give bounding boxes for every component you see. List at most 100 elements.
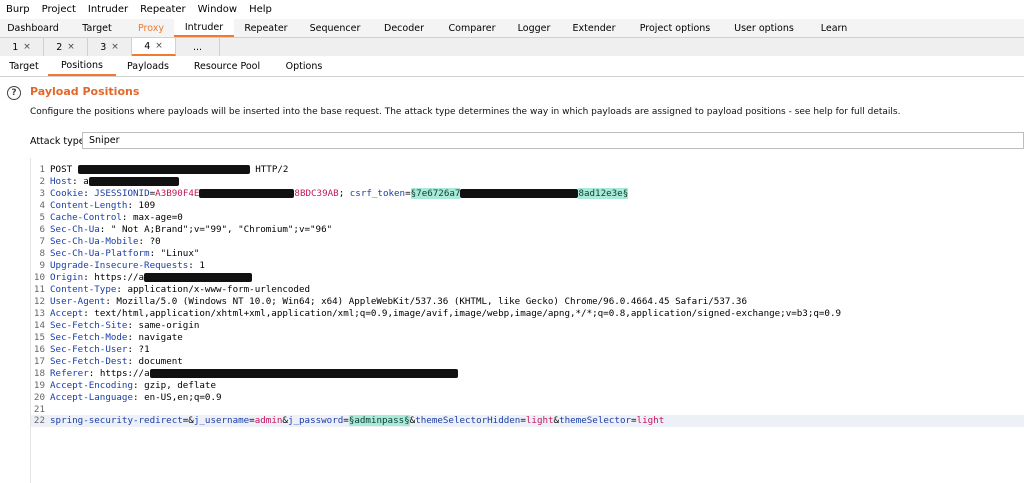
- header-line: 19 Accept-Encoding: gzip, deflate: [31, 380, 216, 392]
- tab-intruder-target[interactable]: Target: [0, 56, 48, 76]
- redacted-block: [149, 369, 458, 378]
- header-name: Sec-Fetch-Dest: [50, 356, 128, 367]
- header-name: Sec-Fetch-User: [50, 344, 128, 355]
- tab-repeater[interactable]: Repeater: [234, 19, 298, 37]
- new-tab-button[interactable]: ...: [176, 38, 220, 56]
- tab-decoder[interactable]: Decoder: [372, 19, 436, 37]
- header-line: 14 Sec-Fetch-Site: same-origin: [31, 320, 199, 332]
- menu-repeater[interactable]: Repeater: [140, 4, 185, 15]
- request-editor[interactable]: 1 POST HTTP/2 2 Host: a 3 Cookie: JSESSIONI…: [30, 158, 1024, 483]
- line-number: 5: [39, 212, 45, 223]
- header-value: 109: [138, 200, 156, 211]
- tab-learn[interactable]: Learn: [806, 19, 862, 37]
- header-value: application/x-www-form-urlencoded: [127, 284, 311, 295]
- param-name: j_password: [287, 415, 344, 426]
- tab-comparer[interactable]: Comparer: [436, 19, 508, 37]
- line-number: 17: [33, 356, 45, 367]
- menu-intruder[interactable]: Intruder: [88, 4, 128, 15]
- http-method: POST: [50, 164, 78, 175]
- header-name: Sec-Ch-Ua-Platform: [50, 248, 150, 259]
- header-line: 16 Sec-Fetch-User: ?1: [31, 344, 150, 356]
- cookie-name: csrf_token: [349, 188, 406, 199]
- menu-burp[interactable]: Burp: [6, 4, 30, 15]
- header-value: https://a: [94, 272, 145, 283]
- request-line: 1 POST HTTP/2: [31, 164, 288, 176]
- attack-tab-4[interactable]: 4 ×: [132, 38, 176, 56]
- close-icon[interactable]: ×: [23, 42, 31, 52]
- line-number: 7: [39, 236, 45, 247]
- tab-project-options[interactable]: Project options: [628, 19, 722, 37]
- header-line: 13 Accept: text/html,application/xhtml+xm…: [31, 308, 841, 320]
- redacted-block: [460, 189, 579, 198]
- tab-positions[interactable]: Positions: [48, 56, 116, 76]
- header-value: gzip, deflate: [144, 380, 216, 391]
- attack-tab-bar: 1 × 2 × 3 × 4 × ...: [0, 38, 1024, 57]
- redacted-block: [77, 165, 250, 174]
- tab-dashboard[interactable]: Dashboard: [0, 19, 66, 37]
- menu-bar: Burp Project Intruder Repeater Window He…: [0, 0, 1024, 20]
- tab-resource-pool[interactable]: Resource Pool: [180, 56, 274, 76]
- header-line: 3 Cookie: JSESSIONID=A3B90F4E 8BDC39AB; cs…: [31, 188, 629, 200]
- close-icon[interactable]: ×: [111, 42, 119, 52]
- header-name: Accept-Encoding: [50, 380, 133, 391]
- line-number: 8: [39, 248, 45, 259]
- menu-help[interactable]: Help: [249, 4, 272, 15]
- tab-options[interactable]: Options: [274, 56, 334, 76]
- header-value: 1: [199, 260, 205, 271]
- attack-tab-label: 3: [100, 41, 107, 53]
- redacted-block: [144, 273, 253, 282]
- tab-user-options[interactable]: User options: [722, 19, 806, 37]
- header-value: "Linux": [160, 248, 200, 259]
- header-name: Cache-Control: [50, 212, 122, 223]
- tab-sequencer[interactable]: Sequencer: [298, 19, 372, 37]
- param-name: spring-security-redirect: [50, 415, 183, 426]
- tab-logger[interactable]: Logger: [508, 19, 560, 37]
- header-value: ?0: [149, 236, 161, 247]
- header-line: 2 Host: a: [31, 176, 179, 188]
- line-number: 15: [33, 332, 45, 343]
- header-name: Origin: [50, 272, 84, 283]
- help-icon[interactable]: ?: [7, 86, 21, 100]
- attack-type-select[interactable]: Sniper: [82, 132, 1024, 149]
- attack-tab-2[interactable]: 2 ×: [44, 38, 88, 56]
- header-name: Content-Length: [50, 200, 128, 211]
- header-line: 20 Accept-Language: en-US,en;q=0.9: [31, 392, 222, 404]
- tab-target[interactable]: Target: [66, 19, 128, 37]
- body-line: 22 spring-security-redirect=&j_username=a…: [31, 415, 1024, 427]
- param-name: themeSelectorHidden: [415, 415, 521, 426]
- line-number: 9: [39, 260, 45, 271]
- tab-payloads[interactable]: Payloads: [116, 56, 180, 76]
- menu-window[interactable]: Window: [198, 4, 237, 15]
- line-number: 12: [33, 296, 45, 307]
- line-number: 2: [39, 176, 45, 187]
- line-number: 19: [33, 380, 45, 391]
- intruder-tab-bar: Target Positions Payloads Resource Pool …: [0, 56, 1024, 77]
- header-line: 10 Origin: https://a: [31, 272, 253, 284]
- http-version: HTTP/2: [255, 164, 289, 175]
- tab-proxy[interactable]: Proxy: [128, 19, 174, 37]
- header-value: navigate: [138, 332, 183, 343]
- line-number: 16: [33, 344, 45, 355]
- attack-tab-3[interactable]: 3 ×: [88, 38, 132, 56]
- payload-marker-end: 8ad12e3e§: [578, 188, 629, 199]
- tab-intruder[interactable]: Intruder: [174, 19, 234, 37]
- header-value: " Not A;Brand";v="99", "Chromium";v="96": [110, 224, 333, 235]
- header-line: 17 Sec-Fetch-Dest: document: [31, 356, 183, 368]
- header-value: ?1: [138, 344, 150, 355]
- tab-extender[interactable]: Extender: [560, 19, 628, 37]
- menu-project[interactable]: Project: [42, 4, 76, 15]
- close-icon[interactable]: ×: [155, 41, 163, 51]
- header-line: 9 Upgrade-Insecure-Requests: 1: [31, 260, 205, 272]
- section-description: Configure the positions where payloads w…: [30, 107, 901, 117]
- close-icon[interactable]: ×: [67, 42, 75, 52]
- line-number: 6: [39, 224, 45, 235]
- header-name: User-Agent: [50, 296, 106, 307]
- line-number: 3: [39, 188, 45, 199]
- header-name: Sec-Fetch-Mode: [50, 332, 128, 343]
- header-name: Sec-Ch-Ua-Mobile: [50, 236, 139, 247]
- header-name: Accept: [50, 308, 84, 319]
- line-number: 1: [39, 164, 45, 175]
- attack-tab-1[interactable]: 1 ×: [0, 38, 44, 56]
- header-name: Sec-Fetch-Site: [50, 320, 128, 331]
- attack-tab-label: 2: [56, 41, 63, 53]
